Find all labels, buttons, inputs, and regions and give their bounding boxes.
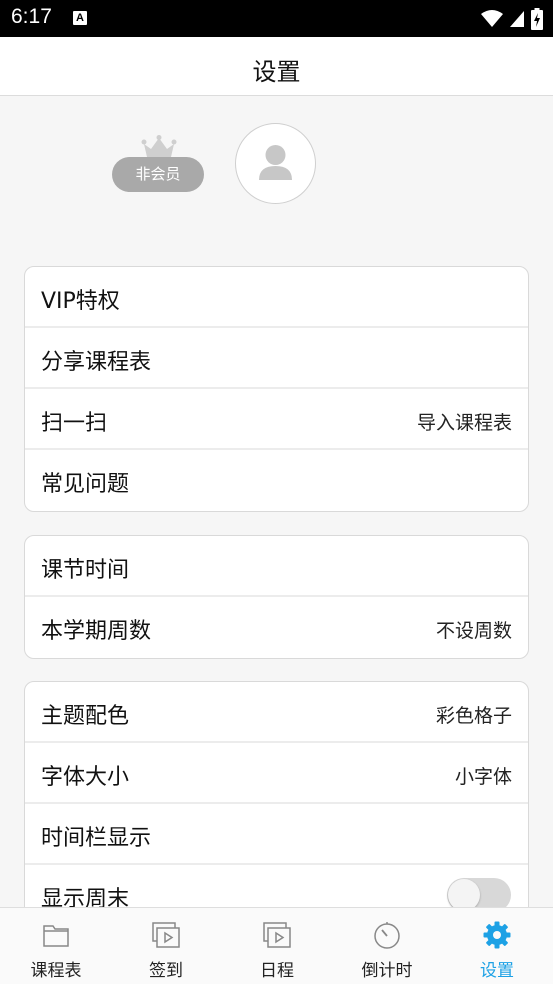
row-label: 时间栏显示 [41,826,152,851]
tab-label: 设置 [480,961,514,981]
font-size-row[interactable]: 字体大小 小字体 [25,743,528,804]
semester-weeks-row[interactable]: 本学期周数 不设周数 [25,597,528,658]
stopwatch-icon [374,922,400,949]
row-label: 本学期周数 [41,619,152,644]
membership-badge[interactable]: 非会员 [112,157,204,192]
signal-icon [510,11,524,27]
wifi-icon [481,10,503,27]
crown-icon [141,135,177,157]
row-label: 常见问题 [41,472,130,497]
settings-card-display: 主题配色 彩色格子 字体大小 小字体 时间栏显示 显示周末 [24,681,529,927]
settings-card-schedule: 课节时间 本学期周数 不设周数 [24,535,529,659]
page-title: 设置 [252,58,301,86]
theme-color-row[interactable]: 主题配色 彩色格子 [25,682,528,743]
row-value: 小字体 [454,766,512,788]
faq-row[interactable]: 常见问题 [25,450,528,511]
tab-countdown[interactable]: 倒计时 [332,908,442,984]
tab-settings[interactable]: 设置 [442,908,552,984]
row-value: 不设周数 [435,620,512,642]
settings-card-account: VIP特权 分享课程表 扫一扫 导入课程表 常见问题 [24,266,529,512]
tab-label: 签到 [149,961,183,981]
folder-icon [43,925,69,947]
tab-label: 日程 [260,961,294,981]
class-period-time-row[interactable]: 课节时间 [25,536,528,597]
battery-icon [531,8,543,30]
video-stack-icon [152,922,180,948]
tab-schedule[interactable]: 日程 [222,908,332,984]
app-header: 设置 [0,37,553,96]
tab-label: 课程表 [30,961,82,981]
tab-label: 倒计时 [361,961,413,981]
share-timetable-row[interactable]: 分享课程表 [25,328,528,389]
row-value: 导入课程表 [416,412,512,434]
tab-checkin[interactable]: 签到 [111,908,221,984]
status-bar: 6:17 A [0,0,553,37]
row-label: 扫一扫 [41,411,108,436]
vip-privileges-row[interactable]: VIP特权 [25,267,528,328]
scan-row[interactable]: 扫一扫 导入课程表 [25,389,528,450]
row-value: 彩色格子 [435,705,512,727]
person-icon [259,145,292,180]
bottom-tab-bar: 课程表 签到 日程 倒计时 设置 [0,907,553,984]
status-time: 6:17 [11,5,52,28]
gear-icon [483,921,511,949]
notification-icon: A [73,11,87,25]
row-label: 字体大小 [41,765,130,790]
status-icons [481,8,543,30]
video-stack-icon [263,922,291,948]
row-label: 分享课程表 [41,350,152,375]
time-column-display-row[interactable]: 时间栏显示 [25,804,528,865]
row-label: 主题配色 [41,704,130,729]
avatar[interactable] [235,123,316,204]
profile-section: 非会员 [0,96,553,246]
row-label: 课节时间 [41,558,130,583]
tab-timetable[interactable]: 课程表 [1,908,111,984]
row-label: VIP特权 [41,289,120,314]
